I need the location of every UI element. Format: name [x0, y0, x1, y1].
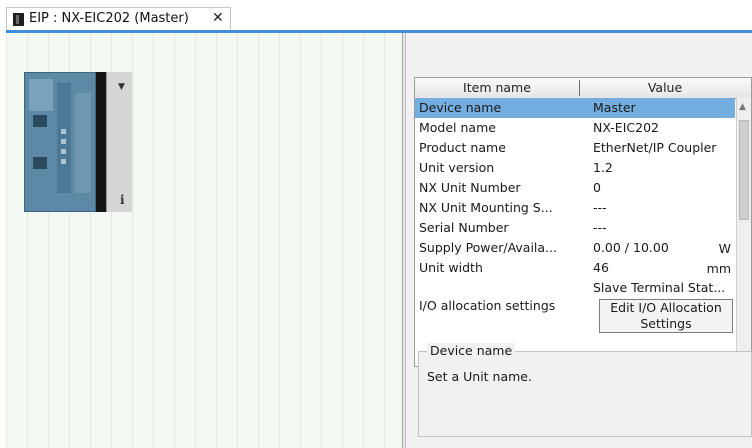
device-right-panel — [75, 93, 91, 193]
document-tab[interactable]: EIP : NX-EIC202 (Master) ✕ — [6, 7, 231, 30]
property-value: 1.2 — [593, 160, 613, 175]
close-icon[interactable]: ✕ — [212, 10, 224, 26]
property-unit: mm — [706, 261, 731, 276]
edit-io-allocation-label: Settings — [640, 316, 692, 331]
property-row-supply-power[interactable]: Supply Power/Availa... 0.00 / 10.00 W — [415, 238, 735, 258]
info-icon[interactable]: i — [120, 193, 125, 207]
column-header-item-name[interactable]: Item name — [415, 80, 580, 96]
property-value: EtherNet/IP Coupler — [593, 140, 717, 155]
property-name: Supply Power/Availa... — [419, 240, 557, 255]
device-port-2 — [33, 157, 47, 169]
device-led — [61, 139, 66, 144]
description-group: Device name Set a Unit name. — [418, 343, 752, 437]
property-rows: Device name Master Model name NX-EIC202 … — [415, 98, 735, 366]
property-name: Model name — [419, 120, 496, 135]
device-led — [61, 159, 66, 164]
property-row-device-name[interactable]: Device name Master — [415, 98, 735, 118]
device-port-1 — [33, 115, 47, 127]
property-value: --- — [593, 200, 607, 215]
property-value: 0 — [593, 180, 601, 195]
property-row-model-name[interactable]: Model name NX-EIC202 — [415, 118, 735, 138]
property-row-nx-unit-number[interactable]: NX Unit Number 0 — [415, 178, 735, 198]
property-row-serial-number[interactable]: Serial Number --- — [415, 218, 735, 238]
device-center-strip — [57, 83, 71, 193]
property-grid-scrollbar[interactable]: ▲ ▼ — [736, 98, 751, 366]
scrollbar-thumb[interactable] — [739, 120, 749, 220]
properties-panel: Item name Value Device name Master Model… — [406, 33, 752, 448]
property-value: NX-EIC202 — [593, 120, 659, 135]
property-row-product-name[interactable]: Product name EtherNet/IP Coupler — [415, 138, 735, 158]
device-side-panel — [106, 72, 132, 212]
property-name: I/O allocation settings — [419, 298, 556, 313]
property-row-io-allocation[interactable]: Slave Terminal Stat... I/O allocation se… — [415, 278, 735, 334]
description-title: Device name — [427, 343, 516, 358]
property-unit: W — [718, 241, 731, 256]
device-side-bar — [96, 72, 106, 212]
device-icon — [13, 13, 24, 26]
tab-title: EIP : NX-EIC202 (Master) — [29, 11, 189, 26]
property-name: Unit version — [419, 160, 495, 175]
document-tab-strip: EIP : NX-EIC202 (Master) ✕ — [0, 0, 752, 34]
device-led — [61, 129, 66, 134]
device-led — [61, 149, 66, 154]
property-value: 0.00 / 10.00 — [593, 240, 669, 255]
property-name: NX Unit Number — [419, 180, 521, 195]
property-grid-header: Item name Value — [415, 78, 751, 99]
property-value: --- — [593, 220, 607, 235]
coupler-unit-image[interactable] — [24, 72, 96, 212]
edit-io-allocation-label: Edit I/O Allocation — [610, 300, 722, 315]
property-name: Device name — [419, 100, 502, 115]
property-row-unit-width[interactable]: Unit width 46 mm — [415, 258, 735, 278]
chevron-up-icon[interactable]: ▲ — [739, 102, 746, 112]
column-header-value[interactable]: Value — [579, 80, 751, 95]
property-row-unit-version[interactable]: Unit version 1.2 — [415, 158, 735, 178]
property-value[interactable]: Master — [593, 100, 636, 115]
property-grid: Item name Value Device name Master Model… — [414, 77, 752, 367]
property-value: 46 — [593, 260, 609, 275]
description-text: Set a Unit name. — [427, 369, 532, 384]
device-panel-top — [29, 79, 53, 111]
chevron-down-icon[interactable]: ▼ — [118, 82, 125, 92]
property-row-nx-unit-mounting[interactable]: NX Unit Mounting S... --- — [415, 198, 735, 218]
property-name: NX Unit Mounting S... — [419, 200, 553, 215]
property-name: Serial Number — [419, 220, 509, 235]
property-value: Slave Terminal Stat... — [593, 280, 726, 295]
edit-io-allocation-button[interactable]: Edit I/O Allocation Settings — [599, 299, 733, 333]
property-name: Unit width — [419, 260, 483, 275]
property-name: Product name — [419, 140, 506, 155]
